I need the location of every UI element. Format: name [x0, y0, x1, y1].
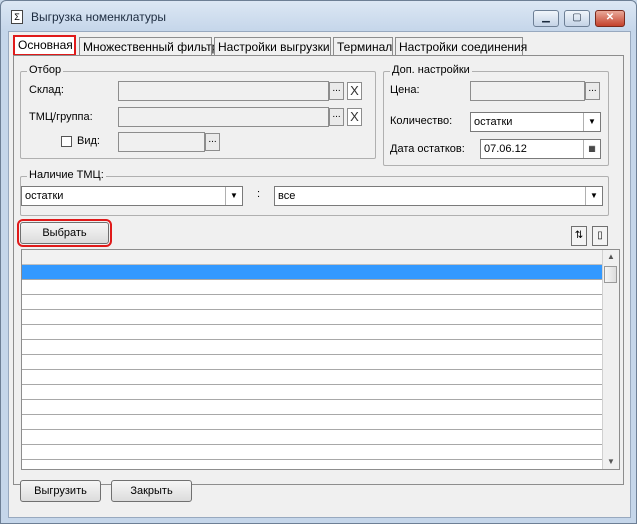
select-button[interactable]: Выбрать — [17, 219, 112, 247]
availability-value: остатки — [25, 190, 64, 202]
warehouse-select-button[interactable]: ... — [329, 82, 344, 100]
table-row[interactable] — [22, 325, 604, 340]
chevron-down-icon[interactable]: ▼ — [225, 187, 242, 205]
stock-date-label: Дата остатков: — [390, 143, 465, 155]
stock-date-value: 07.06.12 — [484, 143, 527, 155]
column-settings-icon[interactable]: ▯ — [592, 226, 608, 246]
tab-multi-filter[interactable]: Множественный фильтр — [79, 37, 218, 55]
availability-scope-select[interactable]: все ▼ — [274, 186, 603, 206]
minimize-icon: ▁ — [542, 12, 550, 23]
calendar-icon[interactable]: ▦ — [583, 140, 600, 158]
quantity-label: Количество: — [390, 115, 453, 127]
grid-scrollbar[interactable]: ▲ ▼ — [602, 250, 619, 469]
price-label: Цена: — [390, 84, 420, 96]
table-row[interactable] — [22, 370, 604, 385]
warehouse-field[interactable] — [118, 81, 329, 101]
item-group-label: ТМЦ/группа: — [29, 111, 93, 123]
sort-icon[interactable]: ⇅ — [571, 226, 587, 246]
grid-header — [22, 250, 604, 265]
main-window: Σ Выгрузка номенклатуры ▁ ▢ ✕ Основная М… — [0, 0, 637, 524]
filter-group-label: Отбор — [27, 64, 64, 76]
tab-export-settings[interactable]: Настройки выгрузки — [214, 37, 331, 55]
warehouse-label: Склад: — [29, 84, 64, 96]
table-row[interactable] — [22, 280, 604, 295]
stock-date-picker[interactable]: 07.06.12 ▦ — [480, 139, 601, 159]
table-row[interactable] — [22, 385, 604, 400]
chevron-down-icon[interactable]: ▼ — [583, 113, 600, 131]
table-row[interactable] — [22, 355, 604, 370]
kind-select-button[interactable]: ... — [205, 133, 220, 151]
title-bar[interactable]: Σ Выгрузка номенклатуры ▁ ▢ ✕ — [1, 1, 636, 31]
scroll-thumb[interactable] — [604, 266, 617, 283]
warehouse-clear-button[interactable]: X — [347, 82, 362, 100]
export-button[interactable]: Выгрузить — [20, 480, 101, 502]
extra-settings-label: Доп. настройки — [390, 64, 472, 76]
extra-settings-group: Доп. настройки Цена: ... Количество: ост… — [383, 64, 609, 166]
quantity-value: остатки — [474, 116, 513, 128]
close-window-button[interactable]: ✕ — [595, 10, 625, 27]
chevron-down-icon[interactable]: ▼ — [585, 187, 602, 205]
separator-colon: : — [257, 188, 261, 200]
table-row[interactable] — [22, 400, 604, 415]
availability-select[interactable]: остатки ▼ — [21, 186, 243, 206]
close-button[interactable]: Закрыть — [111, 480, 192, 502]
price-field[interactable] — [470, 81, 585, 101]
availability-group: Наличие ТМЦ: остатки ▼ : все ▼ — [20, 169, 609, 216]
quantity-select[interactable]: остатки ▼ — [470, 112, 601, 132]
table-row[interactable] — [22, 430, 604, 445]
scroll-down-icon[interactable]: ▼ — [603, 455, 619, 469]
window-client: Основная Множественный фильтр Настройки … — [8, 31, 631, 518]
filter-group: Отбор Склад: ... X ТМЦ/группа: ... X Вид… — [20, 64, 376, 159]
document-icon: Σ — [11, 10, 23, 24]
table-row[interactable] — [22, 310, 604, 325]
availability-label: Наличие ТМЦ: — [27, 169, 106, 181]
table-row[interactable] — [22, 415, 604, 430]
kind-field[interactable] — [118, 132, 205, 152]
kind-checkbox[interactable] — [61, 136, 72, 147]
minimize-button[interactable]: ▁ — [533, 10, 559, 27]
tab-main[interactable]: Основная — [13, 35, 76, 56]
tab-terminal[interactable]: Терминал — [333, 37, 393, 55]
scroll-up-icon[interactable]: ▲ — [603, 250, 619, 264]
kind-label: Вид: — [77, 135, 100, 147]
table-row[interactable] — [22, 265, 604, 280]
item-group-field[interactable] — [118, 107, 329, 127]
table-row[interactable] — [22, 295, 604, 310]
item-group-clear-button[interactable]: X — [347, 108, 362, 126]
maximize-button[interactable]: ▢ — [564, 10, 590, 27]
close-icon: ✕ — [605, 12, 615, 23]
availability-scope-value: все — [278, 190, 296, 202]
tab-connection-settings[interactable]: Настройки соединения — [395, 37, 527, 55]
price-select-button[interactable]: ... — [585, 82, 600, 100]
maximize-icon: ▢ — [572, 12, 582, 23]
table-row[interactable] — [22, 340, 604, 355]
window-title: Выгрузка номенклатуры — [31, 10, 167, 24]
items-grid[interactable]: ▲ ▼ — [21, 249, 620, 470]
item-group-select-button[interactable]: ... — [329, 108, 344, 126]
table-row[interactable] — [22, 445, 604, 460]
